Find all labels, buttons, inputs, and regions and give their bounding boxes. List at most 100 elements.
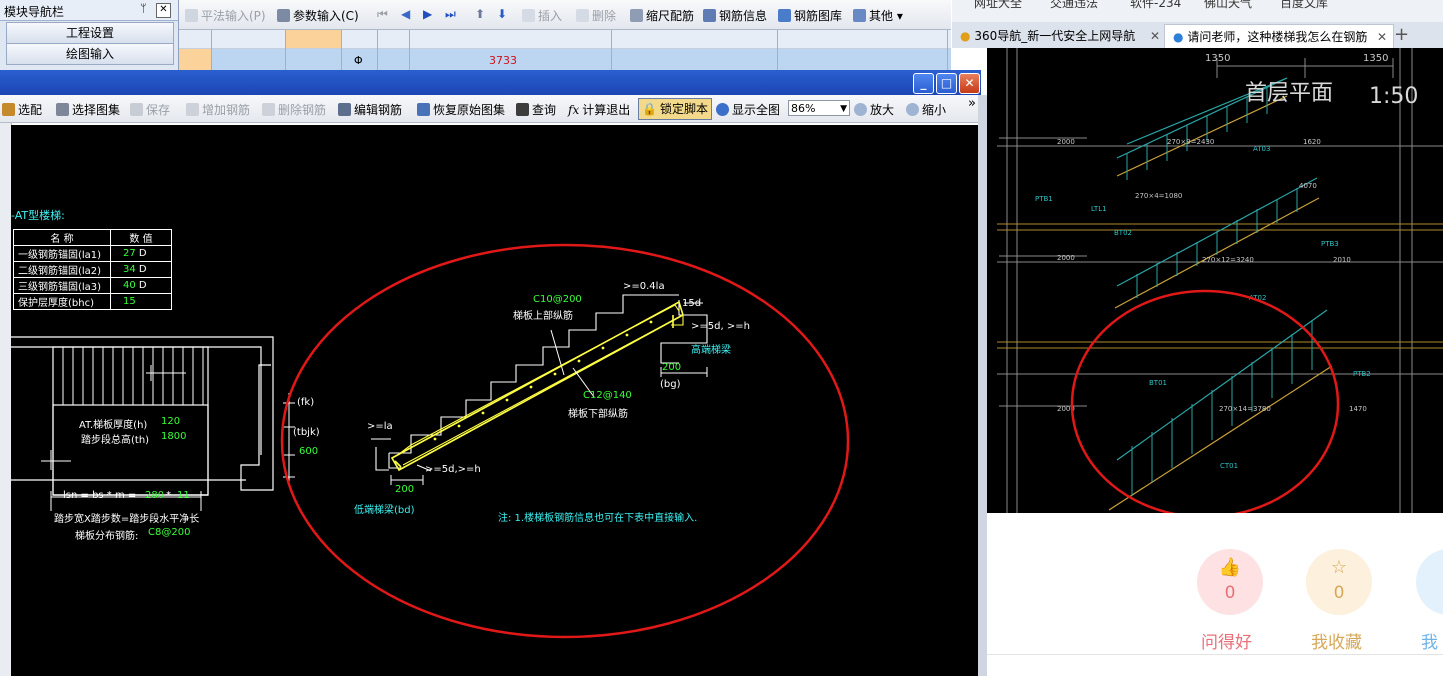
delete-rebar-button[interactable]: 删除钢筋 bbox=[262, 101, 326, 118]
stair-height-label: 踏步段总高(th) bbox=[81, 435, 150, 446]
browser-tab-strip: ● 360导航_新一代安全上网导航 ✕ ● 请问老师，这种楼梯我怎么在钢筋 ✕ … bbox=[952, 22, 1443, 49]
bottom-bar-label: 梯板下部纵筋 bbox=[568, 409, 628, 420]
flat-input-button[interactable]: 平法输入(P) bbox=[185, 7, 266, 24]
third-stat-button[interactable] bbox=[1416, 549, 1443, 615]
nav-panel-title: 模块导航栏 bbox=[4, 5, 65, 19]
pin-icon[interactable]: ᛘ bbox=[140, 2, 147, 15]
fk-label: (fk) bbox=[297, 397, 315, 408]
restore-atlas-button[interactable]: 恢复原始图集 bbox=[417, 101, 505, 118]
bookmark-4[interactable]: 佛山天气 bbox=[1204, 0, 1252, 11]
favorite-button[interactable]: ☆ 0 bbox=[1306, 549, 1372, 615]
nav-next-icon[interactable]: ▶ bbox=[423, 7, 432, 21]
high-beam-label: 高端梯梁 bbox=[691, 345, 731, 356]
slab-thickness-label: AT.梯板厚度(h) bbox=[79, 420, 148, 431]
bookmark-5[interactable]: 百度文库 bbox=[1280, 0, 1328, 11]
rebar-library-icon bbox=[778, 9, 791, 22]
ge-5d-h-label: >=5d, >=h bbox=[691, 321, 750, 332]
function-icon: fx bbox=[568, 103, 580, 117]
top-bar-value[interactable]: C10@200 bbox=[533, 294, 582, 305]
low-beam-label: 低端梯梁(bd) bbox=[354, 505, 415, 516]
bottom-bar-value[interactable]: C12@140 bbox=[583, 390, 632, 401]
grid-data-row[interactable] bbox=[179, 49, 951, 70]
plan-label-bt02: BT02 bbox=[1114, 229, 1132, 237]
low-beam-width[interactable]: 200 bbox=[395, 484, 414, 495]
delete-icon bbox=[576, 9, 589, 22]
slab-thickness-value[interactable]: 120 bbox=[161, 416, 180, 427]
bookmark-2[interactable]: 交通违法 bbox=[1050, 0, 1098, 11]
third-stat-label: 我 bbox=[1421, 633, 1438, 653]
lock-icon: 🔒 bbox=[642, 102, 657, 116]
project-settings-button[interactable]: 工程设置 bbox=[6, 22, 174, 44]
value-600[interactable]: 600 bbox=[299, 446, 318, 457]
note-text: 注: 1.楼梯板钢筋信息也可在下表中直接输入. bbox=[498, 513, 698, 524]
bookmark-3[interactable]: 软件-234 bbox=[1130, 0, 1181, 11]
select-icon bbox=[2, 103, 15, 116]
tab-360-nav[interactable]: ● 360导航_新一代安全上网导航 ✕ bbox=[952, 24, 1166, 48]
helpful-label: 问得好 bbox=[1201, 633, 1252, 653]
stair-height-value[interactable]: 1800 bbox=[161, 431, 186, 442]
scale-rebar-button[interactable]: 缩尺配筋 bbox=[630, 7, 694, 24]
cad-canvas[interactable]: -AT型楼梯: 名 称数 值 一级钢筋锚固(la1) 27 D 二级钢筋锚固(la… bbox=[11, 125, 978, 676]
show-all-button[interactable]: 显示全图 bbox=[716, 101, 780, 118]
grid-symbol: Φ bbox=[354, 54, 363, 67]
plan-title: 首层平面 bbox=[1245, 81, 1333, 106]
zoom-select[interactable]: 86% ▼ bbox=[788, 100, 850, 116]
helpful-button[interactable]: 👍 0 bbox=[1197, 549, 1263, 615]
dialog-titlebar[interactable]: _ □ ✕ bbox=[0, 70, 981, 95]
bs-value[interactable]: 280 bbox=[145, 490, 164, 501]
plan-label-ptb2: PTB2 bbox=[1353, 370, 1371, 378]
rebar-library-button[interactable]: 钢筋图库 bbox=[778, 7, 842, 24]
browser-bookmarks-bar: 网址大全 交通违法 软件-234 佛山天气 百度文库 bbox=[952, 0, 1443, 23]
browser-page: 1350 1350 2000 2000 2000 270×9=2430 270×… bbox=[987, 48, 1443, 676]
move-up-icon[interactable]: ⬆ bbox=[475, 7, 485, 21]
edit-rebar-button[interactable]: 编辑钢筋 bbox=[338, 101, 402, 118]
grid-row-header[interactable] bbox=[179, 49, 211, 70]
grid-selected-cell[interactable] bbox=[285, 30, 341, 48]
fit-view-icon bbox=[716, 103, 729, 116]
toolbar-overflow-icon[interactable]: » bbox=[968, 96, 976, 111]
lock-script-button[interactable]: 🔒 锁定脚本 bbox=[638, 98, 712, 120]
edit-rebar-icon bbox=[338, 103, 351, 116]
close-icon[interactable]: ✕ bbox=[156, 3, 171, 18]
nav-last-icon[interactable]: ⏭ bbox=[445, 7, 456, 22]
minimize-button[interactable]: _ bbox=[913, 73, 934, 94]
ge-5d-h-label-low: >=5d,>=h bbox=[425, 464, 481, 475]
query-button[interactable]: 查询 bbox=[516, 101, 556, 118]
zoom-out-button[interactable]: 缩小 bbox=[906, 101, 946, 118]
dist-rebar-value[interactable]: C8@200 bbox=[148, 527, 190, 538]
zoom-in-button[interactable]: 放大 bbox=[854, 101, 894, 118]
scale-rebar-icon bbox=[630, 9, 643, 22]
maximize-button[interactable]: □ bbox=[936, 73, 957, 94]
flat-input-icon bbox=[185, 9, 198, 22]
plan-label-ptb1: PTB1 bbox=[1035, 195, 1053, 203]
thumbs-up-icon: 👍 bbox=[1218, 557, 1242, 578]
high-beam-width[interactable]: 200 bbox=[662, 362, 681, 373]
zoom-out-icon bbox=[906, 103, 919, 116]
select-button[interactable]: 选配 bbox=[2, 101, 42, 118]
m-value[interactable]: 11 bbox=[177, 490, 190, 501]
tab-question[interactable]: ● 请问老师，这种楼梯我怎么在钢筋 ✕ bbox=[1164, 24, 1394, 49]
new-tab-button[interactable]: + bbox=[1394, 24, 1409, 45]
nav-prev-icon[interactable]: ◀ bbox=[401, 7, 410, 21]
save-button[interactable]: 保存 bbox=[130, 101, 170, 118]
rebar-info-button[interactable]: 钢筋信息 bbox=[703, 7, 767, 24]
tab-close-icon[interactable]: ✕ bbox=[1374, 25, 1387, 49]
tab-close-icon[interactable]: ✕ bbox=[1150, 24, 1160, 48]
calc-exit-button[interactable]: fx 计算退出 bbox=[568, 101, 630, 118]
bg-rebar-grid: Φ 3733 bbox=[179, 30, 951, 70]
plan-dim-mid-2: 270×12=3240 bbox=[1202, 256, 1254, 264]
nav-first-icon[interactable]: ⏮ bbox=[377, 7, 388, 22]
choose-atlas-button[interactable]: 选择图集 bbox=[56, 101, 120, 118]
plan-dim-1: 1350 bbox=[1205, 53, 1230, 64]
plan-label-ptb3: PTB3 bbox=[1321, 240, 1339, 248]
other-menu-button[interactable]: 其他 ▾ bbox=[853, 7, 903, 24]
add-rebar-button[interactable]: 增加钢筋 bbox=[186, 101, 250, 118]
bookmark-1[interactable]: 网址大全 bbox=[974, 0, 1022, 11]
move-down-icon[interactable]: ⬇ bbox=[497, 7, 507, 21]
close-button[interactable]: ✕ bbox=[959, 73, 980, 94]
delete-button[interactable]: 删除 bbox=[576, 7, 616, 24]
drawing-input-button[interactable]: 绘图输入 bbox=[6, 43, 174, 65]
param-input-button[interactable]: 参数输入(C) bbox=[277, 7, 359, 24]
insert-button[interactable]: 插入 bbox=[522, 7, 562, 24]
plan-dim-mid-3: 270×14=3780 bbox=[1219, 405, 1271, 413]
